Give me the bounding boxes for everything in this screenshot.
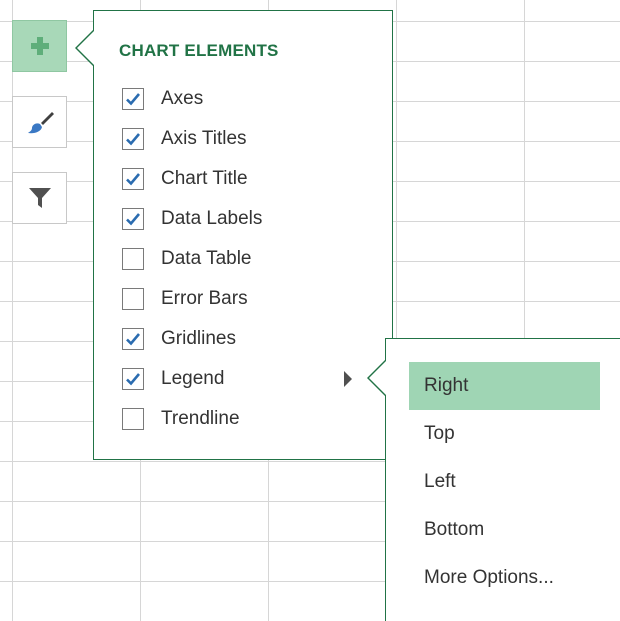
checkbox[interactable] [122,208,144,230]
chart-filters-button[interactable] [12,172,67,224]
chart-element-label: Data Table [161,248,252,269]
legend-option-left[interactable]: Left [409,458,600,506]
chart-elements-panel: CHART ELEMENTS Axes Axis Titles Chart Titl… [93,10,393,460]
submenu-pointer-inner [369,361,386,395]
checkbox[interactable] [122,328,144,350]
chart-element-data-labels[interactable]: Data Labels [122,199,372,239]
legend-option-more-options[interactable]: More Options... [409,554,600,602]
chart-styles-button[interactable] [12,96,67,148]
chart-element-label: Legend [161,368,225,389]
checkbox[interactable] [122,88,144,110]
checkmark-icon [126,373,140,386]
chart-element-legend[interactable]: Legend [122,359,372,399]
filter-icon [28,188,51,208]
chart-element-label: Gridlines [161,328,236,349]
submenu-arrow-icon[interactable] [344,371,352,387]
chart-element-label: Data Labels [161,208,263,229]
checkbox[interactable] [122,288,144,310]
chart-element-chart-title[interactable]: Chart Title [122,159,372,199]
chart-element-label: Axes [161,88,204,109]
paintbrush-icon [27,112,54,134]
chart-elements-button[interactable] [12,20,67,72]
checkbox[interactable] [122,368,144,390]
chart-element-trendline[interactable]: Trendline [122,399,372,439]
legend-option-right[interactable]: Right [409,362,600,410]
checkmark-icon [126,93,140,106]
chart-element-error-bars[interactable]: Error Bars [122,279,372,319]
chart-element-label: Chart Title [161,168,248,189]
checkmark-icon [126,213,140,226]
chart-element-axis-titles[interactable]: Axis Titles [122,119,372,159]
legend-submenu: Right Top Left Bottom More Options... [385,338,620,621]
checkbox[interactable] [122,248,144,270]
legend-position-list: Right Top Left Bottom More Options... [409,362,600,602]
chart-element-label: Axis Titles [161,128,247,149]
checkmark-icon [126,133,140,146]
chart-element-label: Trendline [161,408,240,429]
chart-element-gridlines[interactable]: Gridlines [122,319,372,359]
plus-icon [30,37,49,55]
checkbox[interactable] [122,408,144,430]
checkmark-icon [126,173,140,186]
panel-pointer-inner [77,31,94,65]
panel-title: CHART ELEMENTS [119,41,279,60]
chart-element-data-table[interactable]: Data Table [122,239,372,279]
legend-option-bottom[interactable]: Bottom [409,506,600,554]
checkmark-icon [126,333,140,346]
legend-option-top[interactable]: Top [409,410,600,458]
chart-element-axes[interactable]: Axes [122,79,372,119]
chart-elements-list: Axes Axis Titles Chart Title Data Labels Dat… [122,79,372,439]
checkbox[interactable] [122,128,144,150]
checkbox[interactable] [122,168,144,190]
chart-element-label: Error Bars [161,288,248,309]
